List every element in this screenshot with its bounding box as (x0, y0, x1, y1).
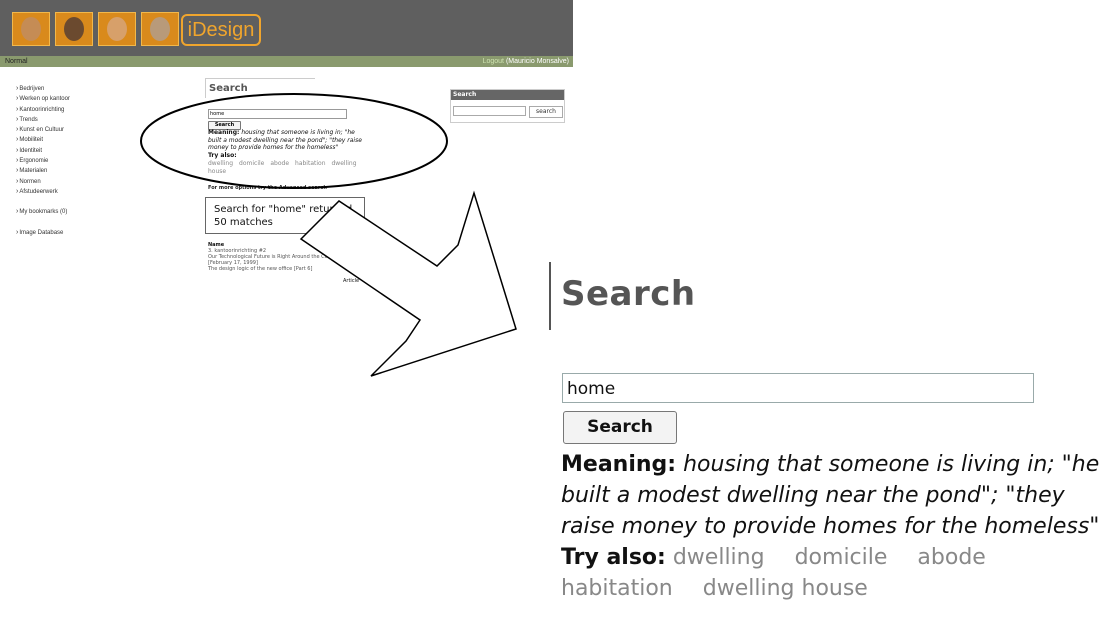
chevron-right-icon: › (16, 146, 19, 154)
logout-link[interactable]: Logout (483, 58, 504, 65)
portrait-icon-2 (55, 12, 93, 46)
brand-logo[interactable]: iDesign (181, 14, 261, 46)
zoom-suggestion-link[interactable]: habitation (561, 576, 673, 601)
chevron-right-icon: › (16, 177, 19, 185)
quick-search-button[interactable]: search (529, 106, 563, 118)
view-mode: Normal (5, 58, 28, 65)
portrait-icon-3 (98, 12, 136, 46)
zoom-suggestion-link[interactable]: dwelling house (703, 576, 868, 601)
try-also-label: Try also: (208, 152, 237, 160)
sidebar-item[interactable]: ›Ergonomie (16, 156, 126, 166)
advanced-search-link[interactable]: For more options try the Advanced search (208, 185, 327, 191)
zoom-try-also-label: Try also: (561, 545, 666, 570)
zoom-suggestion-link[interactable]: abode (917, 545, 985, 570)
sidebar-item-bookmarks[interactable]: ›My bookmarks (0) (16, 207, 126, 217)
zoom-page-title: Search (561, 274, 696, 314)
chevron-right-icon: › (16, 136, 19, 144)
result-link[interactable]: The design logic of the new office [Part… (208, 266, 338, 272)
zoom-search-button[interactable]: Search (563, 411, 677, 444)
site-header: iDesign (0, 0, 573, 56)
results-list: Name 3. kantoorinrichting #2 Our Technol… (208, 242, 338, 272)
chevron-right-icon: › (16, 208, 19, 216)
chevron-right-icon: › (16, 95, 19, 103)
sidebar-item-image-database[interactable]: ›Image Database (16, 228, 126, 238)
user-name: (Mauricio Monsalve) (505, 58, 569, 65)
quick-search-input[interactable] (453, 106, 526, 116)
chevron-right-icon: › (16, 85, 19, 92)
result-type: Article (343, 278, 360, 284)
chevron-right-icon: › (16, 167, 19, 175)
sidebar-item[interactable]: ›Werken op kantoor (16, 94, 126, 104)
definition-block: Meaning: housing that someone is living … (208, 129, 368, 175)
sidebar-item[interactable]: ›Identiteit (16, 146, 126, 156)
result-count-box: Search for "home" returned 50 matches (205, 197, 365, 234)
suggestion-link[interactable]: habitation (295, 160, 325, 167)
quick-search-box: Search search (450, 89, 565, 123)
sidebar-item[interactable]: ›Materialen (16, 166, 126, 176)
suggestion-link[interactable]: domicile (239, 160, 264, 167)
search-input[interactable]: home (208, 109, 347, 119)
sidebar-item[interactable]: ›Trends (16, 115, 126, 125)
page-title: Search (205, 78, 315, 98)
zoom-divider (549, 262, 551, 330)
chevron-right-icon: › (16, 187, 19, 195)
chevron-right-icon: › (16, 126, 19, 134)
chevron-right-icon: › (16, 228, 19, 236)
zoom-suggestion-link[interactable]: dwelling (673, 545, 765, 570)
sidebar-item[interactable]: ›Kunst en Cultuur (16, 125, 126, 135)
app-screenshot: iDesign Normal Logout (Mauricio Monsalve… (0, 0, 573, 300)
zoom-meaning-label: Meaning: (561, 452, 677, 477)
zoom-search-input[interactable]: home (562, 373, 1034, 403)
user-info: Logout (Mauricio Monsalve) (483, 56, 569, 67)
zoom-definition-block: Meaning: housing that someone is living … (561, 449, 1111, 604)
sidebar-item[interactable]: ›Kantoorinrichting (16, 105, 126, 115)
portrait-icon-1 (12, 12, 50, 46)
sidebar-item[interactable]: ›Bedrijven (16, 84, 126, 94)
sidebar-item[interactable]: ›Mobiliteit (16, 135, 126, 145)
chevron-right-icon: › (16, 105, 19, 113)
sidebar-item[interactable]: ›Afstudeerwerk (16, 187, 126, 197)
quick-search-title: Search (451, 90, 564, 100)
result-link[interactable]: Our Technological Future is Right Around… (208, 254, 338, 266)
meaning-label: Meaning: (208, 129, 240, 136)
chevron-right-icon: › (16, 157, 19, 165)
suggestion-link[interactable]: dwelling (208, 160, 233, 167)
chevron-right-icon: › (16, 115, 19, 123)
sidebar-nav: ›Bedrijven ›Werken op kantoor ›Kantoorin… (16, 84, 126, 238)
zoom-suggestion-link[interactable]: domicile (795, 545, 888, 570)
status-bar: Normal Logout (Mauricio Monsalve) (0, 56, 573, 67)
portrait-icon-4 (141, 12, 179, 46)
suggestion-link[interactable]: abode (270, 160, 289, 167)
sidebar-item[interactable]: ›Normen (16, 177, 126, 187)
